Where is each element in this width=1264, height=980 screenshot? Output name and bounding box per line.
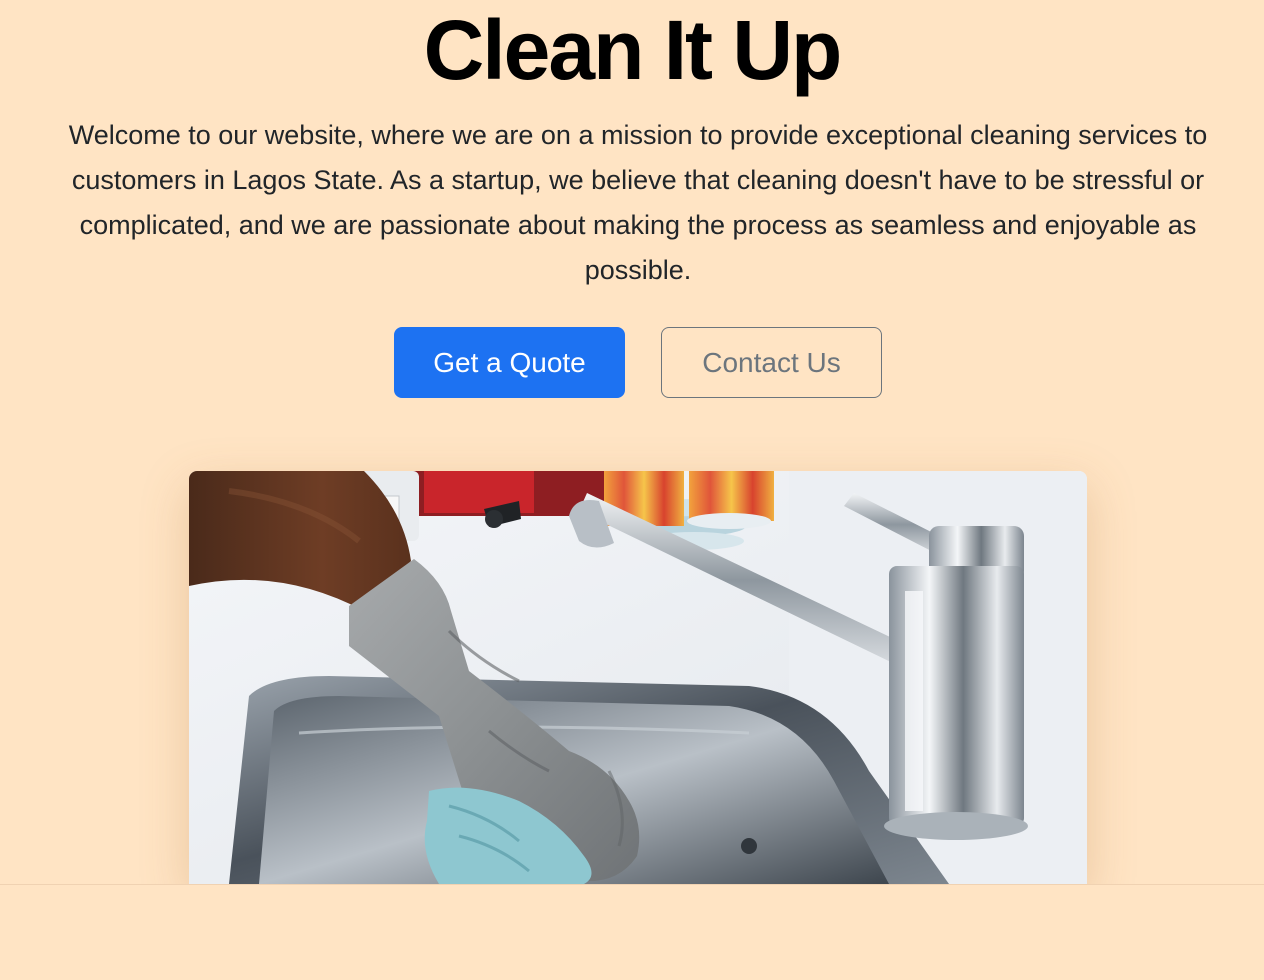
contact-us-button[interactable]: Contact Us <box>661 327 882 398</box>
cleaning-sink-photo <box>189 471 1087 884</box>
section-divider <box>0 884 1264 885</box>
hero-section: Clean It Up Welcome to our website, wher… <box>0 0 1264 884</box>
page-title: Clean It Up <box>423 3 843 97</box>
get-quote-button[interactable]: Get a Quote <box>394 327 625 398</box>
hero-image <box>189 471 1087 884</box>
hero-description: Welcome to our website, where we are on … <box>68 120 1208 285</box>
